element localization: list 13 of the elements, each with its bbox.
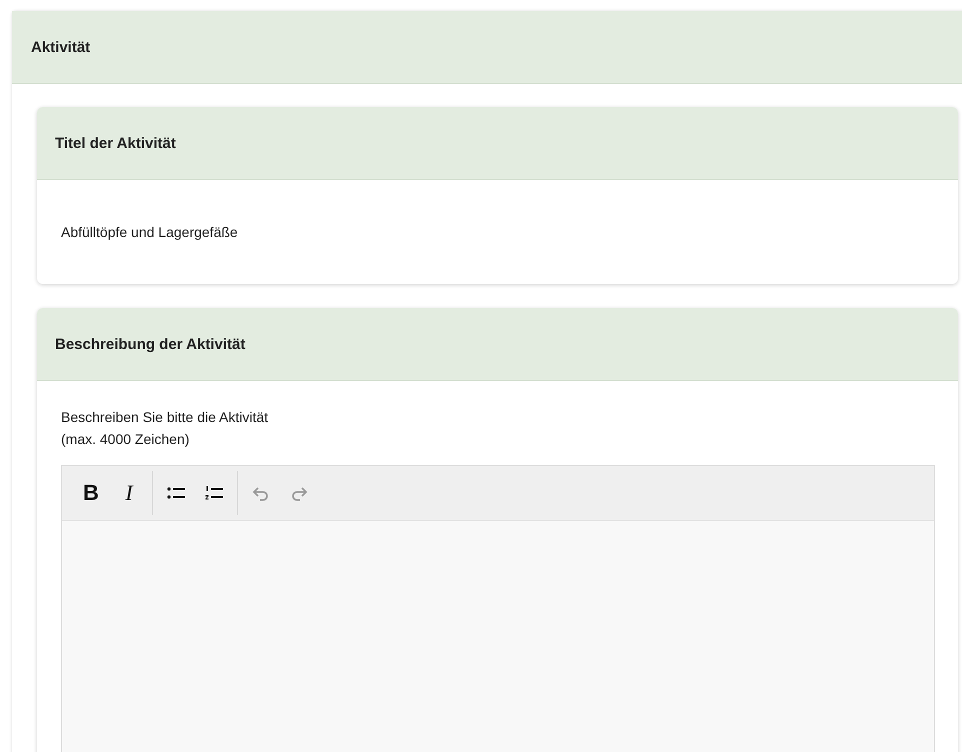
card-title: Beschreibung der Aktivität (55, 336, 246, 352)
italic-button[interactable]: I (110, 475, 148, 511)
title-value: Abfülltöpfe und Lagergefäße (61, 224, 238, 240)
bullet-list-icon (166, 485, 186, 501)
instruction-text: (max. 4000 Zeichen) (61, 430, 190, 449)
rich-text-editor[interactable]: B I (61, 465, 935, 752)
card-title: Titel der Aktivität (55, 134, 176, 152)
instruction-text: Beschreiben Sie bitte die Aktivität (61, 408, 270, 427)
panel-title: Aktivität (31, 38, 90, 56)
numbered-list-icon (204, 485, 224, 501)
redo-icon (290, 485, 308, 501)
undo-icon (252, 485, 270, 501)
bold-button[interactable]: B (72, 475, 110, 511)
